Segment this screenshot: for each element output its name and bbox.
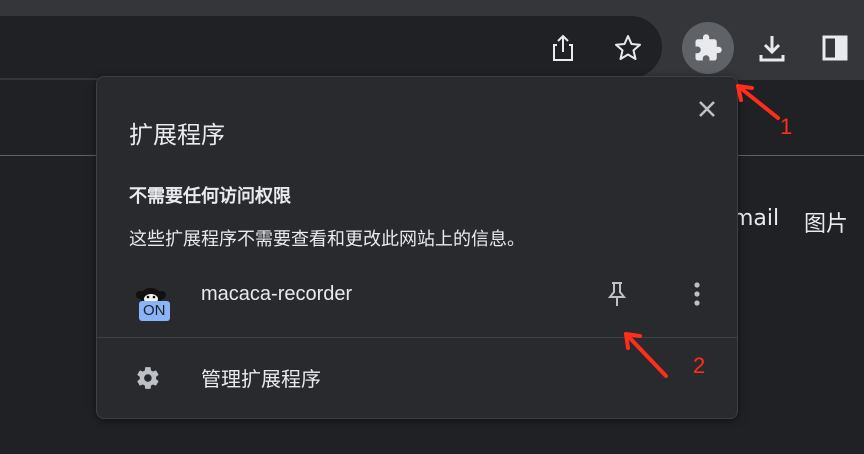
side-panel-icon[interactable] xyxy=(815,28,855,68)
images-link[interactable]: 图片 xyxy=(804,206,848,238)
extension-name[interactable]: macaca-recorder xyxy=(201,283,352,306)
more-vert-icon[interactable] xyxy=(683,279,711,309)
section-heading: 不需要任何访问权限 xyxy=(129,186,291,207)
manage-extensions-label[interactable]: 管理扩展程序 xyxy=(201,363,321,392)
annotation-label-2: 2 xyxy=(693,353,706,378)
extensions-puzzle-icon[interactable] xyxy=(682,22,734,74)
gear-icon xyxy=(135,365,161,395)
browser-toolbar xyxy=(0,0,864,80)
bookmark-star-icon[interactable] xyxy=(608,28,648,68)
close-icon[interactable] xyxy=(693,95,721,123)
popup-title: 扩展程序 xyxy=(129,121,225,149)
on-badge: ON xyxy=(139,301,170,321)
annotation-arrow-2 xyxy=(624,332,668,378)
section-description: 这些扩展程序不需要查看和更改此网站上的信息。 xyxy=(129,229,525,250)
gmail-link[interactable]: mail xyxy=(732,206,779,231)
pin-icon[interactable] xyxy=(603,279,631,309)
download-icon[interactable] xyxy=(752,28,792,68)
share-icon[interactable] xyxy=(543,28,583,68)
annotation-label-1: 1 xyxy=(780,114,793,139)
extension-row[interactable]: ON macaca-recorder xyxy=(97,275,737,329)
annotation-arrow-1 xyxy=(736,84,780,120)
